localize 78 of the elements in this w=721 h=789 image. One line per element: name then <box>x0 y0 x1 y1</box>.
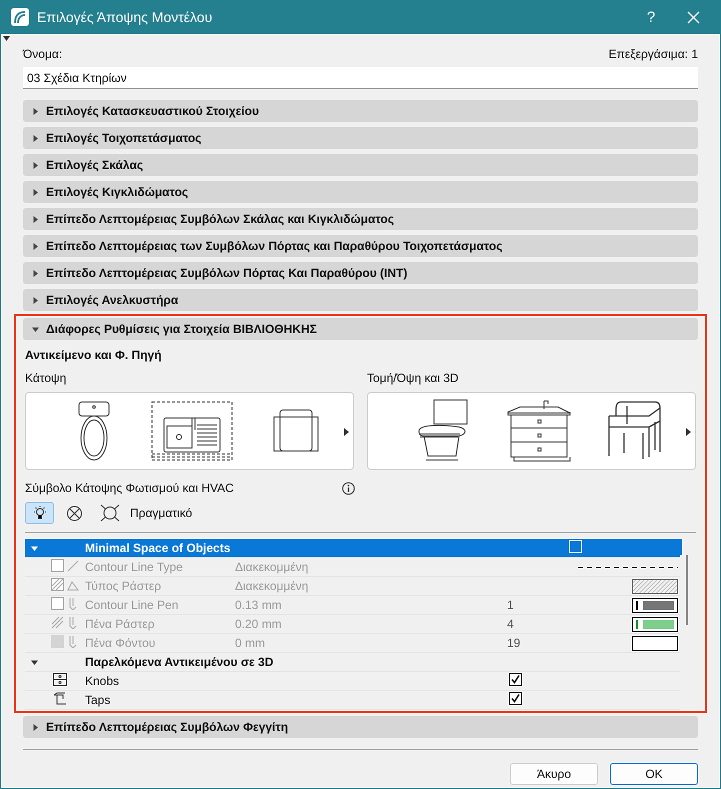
collapse-triangle-icon <box>32 724 39 730</box>
group-row[interactable]: Minimal Space of Objects <box>25 539 682 558</box>
property-label: Contour Line Pen <box>85 598 180 612</box>
collapse-triangle-icon <box>32 134 39 142</box>
property-value: Διακεκομμένη <box>235 579 310 593</box>
hatch-preview <box>632 578 678 594</box>
pen-number: 19 <box>506 636 522 650</box>
dialog-button[interactable]: Άκυρο <box>510 763 598 785</box>
plan-label: Κάτοψη <box>25 371 68 385</box>
knobs-icon <box>53 673 67 686</box>
close-icon <box>686 10 700 24</box>
tap-icon <box>53 692 67 705</box>
app-logo-icon <box>11 8 29 26</box>
section-3d-label: Τομή/Όψη και 3D <box>367 371 460 385</box>
expand-triangle-icon <box>32 326 39 332</box>
lighting-symbol-option[interactable] <box>25 502 54 524</box>
property-value: 0.13 mm <box>235 598 283 612</box>
pen-number: 1 <box>506 598 515 612</box>
pen-number: 4 <box>506 617 515 631</box>
subsection-heading: Αντικείμενο και Φ. Πηγή <box>25 348 163 362</box>
editable-count: Επεξεργάσιμα: 1 <box>608 47 698 61</box>
next-arrow-icon[interactable] <box>344 428 349 436</box>
plan-symbol-gallery[interactable] <box>25 392 354 470</box>
section-header[interactable]: Επιλογές Κιγκλιδώματος <box>23 181 698 203</box>
property-label: Πένα Ράστερ <box>85 617 156 631</box>
item-label: Taps <box>85 693 112 707</box>
help-button[interactable]: ? <box>634 2 668 32</box>
name-label: Όνομα: <box>23 47 62 61</box>
group-label: Minimal Space of Objects <box>85 541 232 555</box>
hatch-type-icon <box>51 578 81 591</box>
section-header[interactable]: Επιλογές Τοιχοπετάσματος <box>23 127 698 149</box>
property-label: Τύπος Ράστερ <box>85 579 162 593</box>
pen-preview <box>632 598 678 612</box>
lighting-mode-text: Πραγματικό <box>130 506 192 520</box>
lighting-symbol-label: Σύμβολο Κάτοψης Φωτισμού και HVAC <box>25 481 234 495</box>
line-type-icon <box>51 559 81 572</box>
vanity-cabinet-drawing <box>506 398 572 464</box>
property-label: Contour Line Type <box>85 560 184 574</box>
property-value: 0.20 mm <box>235 617 283 631</box>
pen-preview <box>632 616 678 632</box>
group-row[interactable]: Παρελκόμενα Αντικειμένου σε 3D <box>25 653 682 672</box>
section-header[interactable]: Επιλογές Ανελκυστήρα <box>23 289 698 311</box>
fixture-symbol-icon <box>100 504 120 522</box>
next-arrow-icon[interactable] <box>686 428 691 436</box>
collapse-triangle-icon <box>32 188 39 196</box>
section-header[interactable]: Επιλογές Κατασκευαστικού Στοιχείου <box>23 100 698 122</box>
sink-plan-icon <box>151 401 234 461</box>
item-label: Knobs <box>85 674 120 688</box>
collapse-triangle-icon <box>32 296 39 304</box>
light-bulb-icon <box>32 505 48 521</box>
section-header[interactable]: Επιλογές Σκάλας <box>23 154 698 176</box>
info-icon[interactable] <box>342 482 354 494</box>
toilet-plan-icon <box>76 400 112 462</box>
collapse-triangle-icon <box>32 162 39 168</box>
section-header[interactable]: Επίπεδο Λεπτομέρειας Συμβόλων Πόρτας Και Παραθύρου (INT) <box>23 262 698 284</box>
circle-cross-icon <box>66 504 83 522</box>
collapse-triangle-icon <box>32 242 39 250</box>
checkbox[interactable] <box>509 692 522 705</box>
property-value: 0 mm <box>235 636 266 650</box>
corner-triangle-icon <box>3 36 10 41</box>
property-label: Πένα Φόντου <box>85 636 156 650</box>
name-field[interactable]: 03 Σχέδια Κτηρίων <box>23 67 698 89</box>
collapse-triangle-icon <box>32 108 39 114</box>
expand-triangle-icon <box>31 545 38 552</box>
collapse-triangle-icon <box>32 216 39 222</box>
window-title: Επιλογές Άποψης Μοντέλου <box>37 9 214 25</box>
expand-triangle-icon <box>31 659 38 666</box>
collapse-triangle-icon <box>32 270 39 276</box>
model-3d-gallery[interactable] <box>367 392 696 470</box>
dialog-button[interactable]: OK <box>610 763 698 785</box>
section-header[interactable]: Διάφορες Ρυθμίσεις για Στοιχεία ΒΙΒΛΙΟΘΗΚΗΣ <box>23 318 698 340</box>
checkbox[interactable] <box>509 673 522 686</box>
section-header[interactable]: Επίπεδο Λεπτομέρειας των Συμβόλων Πόρτας και Παραθύρου Τοιχοπετάσματος <box>23 235 698 257</box>
property-value: Διακεκομμένη <box>235 560 310 574</box>
pen-preview <box>632 636 678 650</box>
section-header[interactable]: Επίπεδο Λεπτομέρειας Συμβόλων Φεγγίτη <box>23 716 698 738</box>
group-label: Παρελκόμενα Αντικειμένου σε 3D <box>85 655 274 669</box>
section-header[interactable]: Επίπεδο Λεπτομέρειας Συμβόλων Σκάλας και Κιγκλιδώματος <box>23 208 698 230</box>
